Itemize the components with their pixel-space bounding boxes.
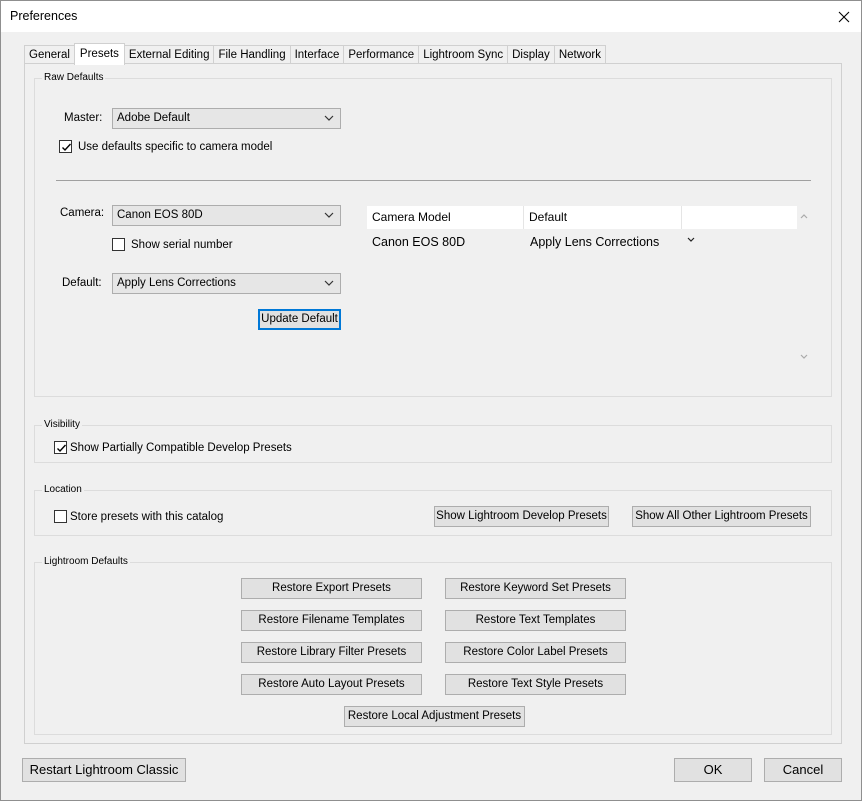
raw-defaults-group: Raw Defaults Master: Adobe Default Use d… — [34, 72, 832, 397]
table-header: Camera Model Default — [367, 206, 797, 229]
show-develop-presets-button[interactable]: Show Lightroom Develop Presets — [434, 506, 609, 527]
raw-defaults-separator — [56, 180, 811, 181]
master-label: Master: — [64, 112, 103, 124]
restore-color-label-presets-button[interactable]: Restore Color Label Presets — [445, 642, 626, 663]
camera-defaults-table: Camera Model Default Canon EOS 80D Apply… — [367, 206, 812, 369]
title-bar: Preferences — [1, 1, 861, 32]
chevron-down-icon — [324, 115, 334, 121]
default-select[interactable]: Apply Lens Corrections — [112, 273, 341, 294]
column-header-default[interactable]: Default — [524, 206, 682, 229]
column-header-camera-model[interactable]: Camera Model — [367, 206, 524, 229]
location-label: Location — [42, 484, 84, 495]
table-row[interactable]: Canon EOS 80D Apply Lens Corrections — [367, 230, 797, 252]
show-partial-checkbox[interactable] — [54, 441, 67, 454]
show-serial-checkbox[interactable] — [112, 238, 125, 251]
store-with-catalog-checkbox[interactable] — [54, 510, 67, 523]
restore-auto-layout-presets-button[interactable]: Restore Auto Layout Presets — [241, 674, 422, 695]
tab-display[interactable]: Display — [507, 45, 554, 64]
show-other-presets-button[interactable]: Show All Other Lightroom Presets — [632, 506, 811, 527]
close-button[interactable] — [827, 1, 861, 32]
use-camera-defaults-checkbox[interactable] — [59, 140, 72, 153]
chevron-down-icon — [324, 212, 334, 218]
tab-general[interactable]: General — [24, 45, 74, 64]
ok-button[interactable]: OK — [674, 758, 752, 782]
visibility-group: Visibility Show Partially Compatible Dev… — [34, 419, 832, 463]
show-serial-label: Show serial number — [131, 239, 233, 251]
row-dropdown-chevron-icon[interactable] — [686, 236, 696, 244]
cell-camera-model: Canon EOS 80D — [372, 235, 466, 249]
camera-select-value: Canon EOS 80D — [117, 209, 203, 221]
restore-keyword-set-presets-button[interactable]: Restore Keyword Set Presets — [445, 578, 626, 599]
checkmark-icon — [57, 444, 67, 453]
restore-filename-templates-button[interactable]: Restore Filename Templates — [241, 610, 422, 631]
cell-default: Apply Lens Corrections — [530, 235, 660, 249]
restore-text-style-presets-button[interactable]: Restore Text Style Presets — [445, 674, 626, 695]
presets-panel: Raw Defaults Master: Adobe Default Use d… — [24, 63, 842, 744]
tab-performance[interactable]: Performance — [343, 45, 419, 64]
store-with-catalog-label: Store presets with this catalog — [70, 511, 224, 523]
preferences-window: Preferences General Presets External Edi… — [0, 0, 862, 801]
tab-file-handling[interactable]: File Handling — [213, 45, 290, 64]
use-camera-defaults-label: Use defaults specific to camera model — [78, 141, 273, 153]
master-select[interactable]: Adobe Default — [112, 108, 341, 129]
location-group: Location Store presets with this catalog… — [34, 484, 832, 536]
chevron-down-icon — [324, 280, 334, 286]
lightroom-defaults-group: Lightroom Defaults Restore Export Preset… — [34, 556, 832, 735]
scroll-up-arrow-icon[interactable] — [799, 212, 809, 220]
tab-external-editing[interactable]: External Editing — [124, 45, 214, 64]
camera-select[interactable]: Canon EOS 80D — [112, 205, 341, 226]
default-label: Default: — [62, 277, 102, 289]
lightroom-defaults-label: Lightroom Defaults — [42, 556, 130, 567]
close-icon — [838, 11, 850, 22]
window-title: Preferences — [10, 9, 78, 23]
master-select-value: Adobe Default — [117, 112, 190, 124]
restore-library-filter-presets-button[interactable]: Restore Library Filter Presets — [241, 642, 422, 663]
restore-local-adjustment-presets-button[interactable]: Restore Local Adjustment Presets — [344, 706, 525, 727]
camera-label: Camera: — [60, 207, 105, 219]
tab-presets[interactable]: Presets — [73, 43, 125, 65]
checkmark-icon — [62, 143, 72, 152]
scroll-down-arrow-icon[interactable] — [799, 353, 809, 361]
show-partial-label: Show Partially Compatible Develop Preset… — [70, 442, 292, 454]
restart-lightroom-button[interactable]: Restart Lightroom Classic — [22, 758, 186, 782]
cancel-button[interactable]: Cancel — [764, 758, 842, 782]
tab-strip: General Presets External Editing File Ha… — [24, 43, 606, 65]
raw-defaults-label: Raw Defaults — [42, 72, 106, 83]
update-default-button[interactable]: Update Default — [258, 309, 341, 330]
restore-text-templates-button[interactable]: Restore Text Templates — [445, 610, 626, 631]
tab-lightroom-sync[interactable]: Lightroom Sync — [418, 45, 508, 64]
visibility-label: Visibility — [42, 419, 82, 430]
tab-interface[interactable]: Interface — [289, 45, 344, 64]
tab-network[interactable]: Network — [553, 45, 606, 64]
restore-export-presets-button[interactable]: Restore Export Presets — [241, 578, 422, 599]
default-select-value: Apply Lens Corrections — [117, 277, 236, 289]
